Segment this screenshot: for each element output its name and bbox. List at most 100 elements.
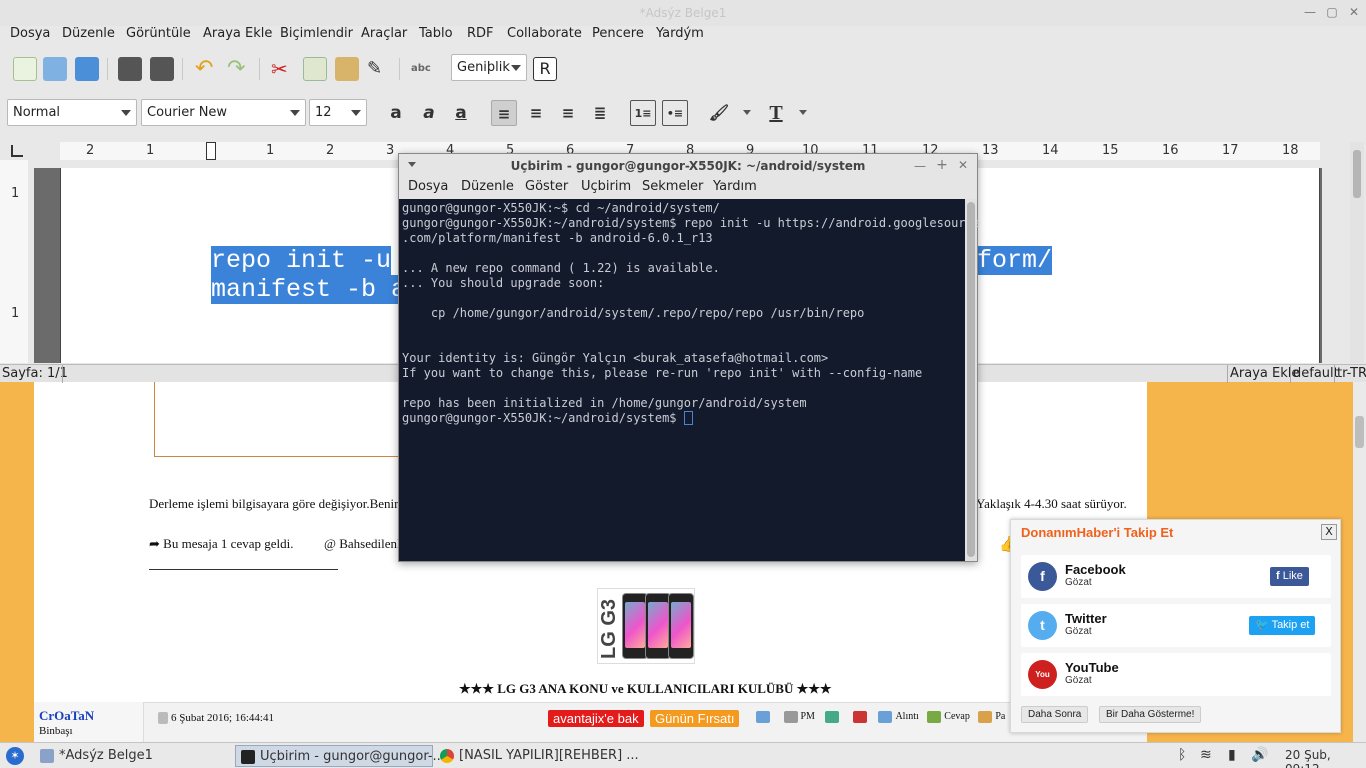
gunun-firsati-button[interactable]: Günün Fırsatı — [650, 710, 740, 727]
reply-button[interactable]: Cevap — [927, 711, 970, 723]
twitter-browse-link[interactable]: Gözat — [1065, 626, 1092, 637]
language[interactable]: tr-TR — [1334, 365, 1366, 383]
undo-icon[interactable]: ↶ — [195, 57, 219, 81]
maximize-icon[interactable]: + — [935, 158, 949, 172]
writer-scrollbar[interactable] — [1350, 142, 1364, 363]
print-icon[interactable] — [150, 57, 174, 81]
username-link[interactable]: CrOaTaN — [39, 708, 94, 724]
add-user-icon[interactable] — [825, 711, 840, 723]
menu-bicimlendir[interactable]: Biçimlendir — [280, 26, 353, 41]
tab-stop-icon[interactable] — [11, 145, 23, 157]
menu-araclar[interactable]: Araçlar — [361, 26, 407, 41]
close-icon[interactable]: ✕ — [956, 158, 970, 172]
menu-tablo[interactable]: Tablo — [419, 26, 453, 41]
underline-icon[interactable]: a — [448, 100, 474, 126]
bold-icon[interactable]: a — [383, 100, 409, 126]
pm-button[interactable]: PM — [783, 711, 815, 723]
clone-formatting-icon[interactable]: ✎ — [367, 57, 391, 81]
numbered-list-icon[interactable]: 1≡ — [630, 100, 656, 126]
menu-sekmeler[interactable]: Sekmeler — [642, 179, 703, 194]
terminal-scrollbar[interactable] — [965, 199, 977, 561]
terminal-title: Uçbirim - gungor@gungor-X550JK: ~/androi… — [510, 159, 866, 173]
never-show-button[interactable]: Bir Daha Gösterme! — [1099, 706, 1202, 723]
avantajix-button[interactable]: avantajix'e bak — [548, 710, 644, 727]
menu-yardim[interactable]: Yardım — [713, 179, 757, 194]
taskbar-terminal[interactable]: Uçbirim - gungor@gungor-... — [235, 745, 445, 767]
justify-icon[interactable]: ≣ — [587, 100, 613, 126]
menu-duzenle[interactable]: Düzenle — [62, 26, 115, 41]
highlight-icon[interactable]: 🖌 — [706, 100, 732, 126]
facebook-browse-link[interactable]: Gözat — [1065, 577, 1092, 588]
minimize-icon[interactable]: — — [913, 159, 927, 173]
share-icon[interactable] — [756, 711, 770, 723]
menu-goster[interactable]: Göster — [525, 179, 568, 194]
facebook-like-button[interactable]: f Like — [1270, 567, 1309, 586]
font-name-combo[interactable]: Courier New — [141, 99, 306, 126]
menu-duzenle[interactable]: Düzenle — [461, 179, 514, 194]
minimize-icon[interactable]: — — [1303, 5, 1317, 19]
menu-yardim[interactable]: Yardým — [656, 26, 704, 41]
twitter-follow-button[interactable]: 🐦 Takip et — [1249, 616, 1316, 635]
align-right-icon[interactable]: ≡ — [555, 100, 581, 126]
clock[interactable]: 20 Şub, 09:12 — [1285, 748, 1366, 768]
reply-count-link[interactable]: ➦ Bu mesaja 1 cevap geldi. — [149, 536, 293, 552]
save-icon[interactable] — [75, 57, 99, 81]
facebook-row: f Facebook Gözat f Like — [1021, 555, 1331, 598]
width-combo[interactable]: Geniþlik — [451, 54, 527, 81]
spellcheck-icon[interactable]: abc — [411, 57, 435, 81]
terminal-prompt-line[interactable]: gungor@gungor-X550JK:~/android/system$ — [402, 411, 962, 426]
maximize-icon[interactable]: ▢ — [1325, 5, 1339, 19]
taskbar-browser[interactable]: [NASIL YAPILIR][REHBER] ... — [440, 745, 640, 767]
paragraph-style-combo[interactable]: Normal — [7, 99, 137, 126]
redo-icon[interactable]: ↷ — [227, 57, 251, 81]
terminal-output[interactable]: gungor@gungor-X550JK:~$ cd ~/android/sys… — [399, 199, 980, 561]
align-left-icon[interactable]: ≡ — [491, 100, 517, 126]
left-indent-marker[interactable] — [206, 142, 216, 160]
selected-text-line1-end[interactable]: form/ — [977, 246, 1053, 275]
copy-icon[interactable] — [303, 57, 327, 81]
highlight-dropdown-icon[interactable] — [743, 110, 751, 115]
new-document-icon[interactable] — [13, 57, 37, 81]
menu-dosya[interactable]: Dosya — [408, 179, 448, 194]
volume-icon[interactable]: 🔊 — [1251, 747, 1268, 763]
youtube-browse-link[interactable]: Gözat — [1065, 675, 1092, 686]
quote-button[interactable]: Alıntı — [878, 711, 919, 723]
report-icon[interactable] — [852, 711, 867, 723]
menu-goruntule[interactable]: Görüntüle — [126, 26, 191, 41]
menu-collaborate[interactable]: Collaborate — [507, 26, 582, 41]
start-menu-icon[interactable]: ✶ — [6, 747, 24, 765]
selected-text-line1[interactable]: repo init -u — [211, 246, 392, 275]
wifi-icon[interactable]: ≋ — [1200, 747, 1212, 763]
taskbar-writer[interactable]: *Adsýz Belge1 — [40, 745, 230, 767]
r-icon[interactable]: R — [533, 57, 557, 81]
mentions-link[interactable]: @ Bahsedilenl — [324, 536, 401, 552]
cut-icon[interactable]: ✂ — [271, 57, 295, 81]
close-button[interactable]: X — [1321, 524, 1337, 540]
battery-icon[interactable]: ▮ — [1228, 747, 1236, 763]
vertical-ruler[interactable]: 1 1 — [0, 160, 28, 363]
paste-icon[interactable] — [335, 57, 359, 81]
bullet-list-icon[interactable]: •≡ — [662, 100, 688, 126]
font-color-dropdown-icon[interactable] — [799, 110, 807, 115]
forum-scrollbar[interactable] — [1353, 380, 1366, 742]
signature-club-link[interactable]: ★★★ LG G3 ANA KONU ve KULLANICILARI KULÜ… — [459, 681, 832, 697]
italic-icon[interactable]: a — [416, 100, 442, 126]
font-size-combo[interactable]: 12 — [309, 99, 367, 126]
more-button[interactable]: Pa — [978, 711, 1005, 723]
user-column: CrOaTaN Binbaşı — [34, 702, 144, 742]
open-folder-icon[interactable] — [43, 57, 67, 81]
bluetooth-icon[interactable]: ᛒ — [1178, 747, 1186, 763]
selected-text-line2[interactable]: manifest -b a — [211, 275, 407, 304]
menu-ucbirim[interactable]: Uçbirim — [581, 179, 631, 194]
menu-dosya[interactable]: Dosya — [10, 26, 50, 41]
page-count[interactable]: Sayfa: 1/1 — [0, 365, 70, 383]
menu-rdf[interactable]: RDF — [467, 26, 494, 41]
later-button[interactable]: Daha Sonra — [1021, 706, 1089, 723]
close-icon[interactable]: ✕ — [1347, 5, 1361, 19]
align-center-icon[interactable]: ≡ — [523, 100, 549, 126]
menu-araya-ekle[interactable]: Araya Ekle — [203, 26, 272, 41]
menu-pencere[interactable]: Pencere — [592, 26, 644, 41]
font-color-icon[interactable]: T — [763, 100, 789, 126]
print-preview-icon[interactable] — [118, 57, 142, 81]
